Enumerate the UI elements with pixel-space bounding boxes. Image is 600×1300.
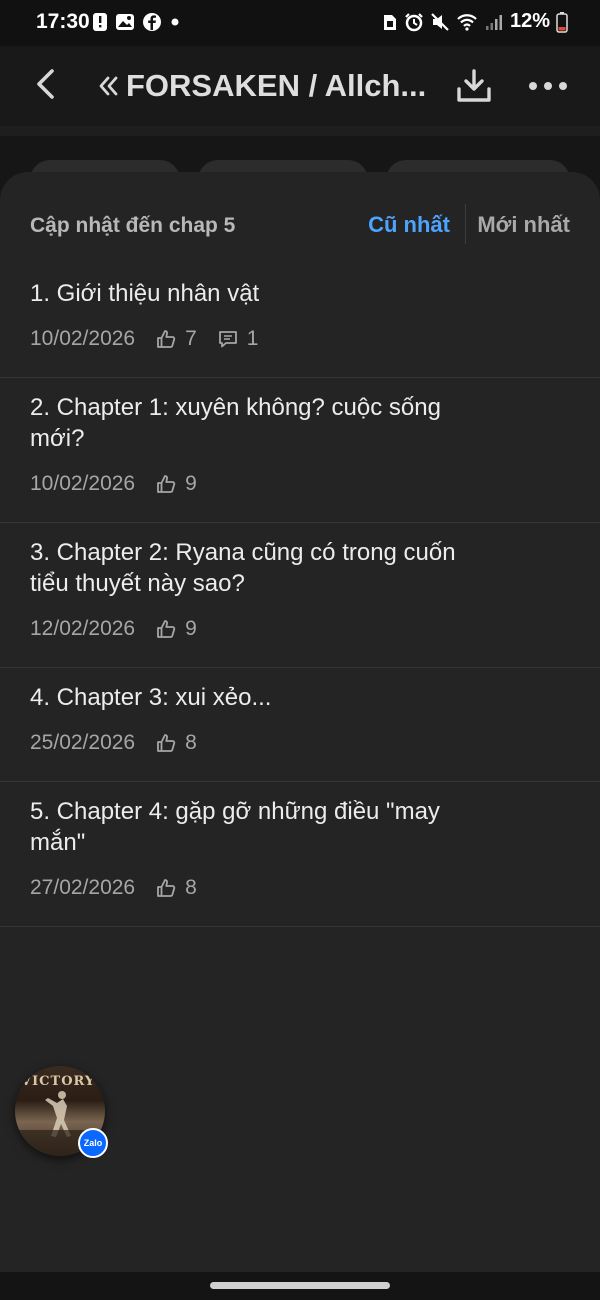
like-icon [157, 330, 176, 348]
like-icon [157, 620, 176, 638]
battery-icon [556, 11, 568, 33]
like-count: 8 [185, 876, 197, 899]
chapter-date: 25/02/2026 [30, 731, 136, 754]
notification-icons [92, 12, 181, 32]
gallery-icon [116, 14, 134, 30]
like-count: 9 [185, 617, 197, 640]
chapter-title: 4. Chapter 3: xui xẻo... [30, 684, 272, 711]
top-app-bar: FORSAKEN / Allch... [0, 46, 600, 126]
download-icon [457, 69, 491, 102]
more-dots-icon [529, 82, 567, 90]
chapter-item[interactable]: 5. Chapter 4: gặp gỡ những điều "may mắn… [0, 782, 600, 927]
alarm-icon [405, 12, 423, 31]
comment-count: 1 [246, 327, 259, 350]
download-button[interactable] [452, 64, 496, 108]
chapter-meta: 12/02/2026 9 [30, 615, 570, 643]
dot-icon [171, 18, 179, 26]
system-nav-bar [0, 1272, 600, 1300]
chapter-title: 1. Giới thiệu nhân vật [30, 280, 260, 307]
sort-divider [465, 204, 466, 244]
chapter-item[interactable]: 3. Chapter 2: Ryana cũng có trong cuốn t… [0, 523, 600, 668]
chapter-date: 10/02/2026 [30, 327, 136, 350]
like-count: 7 [185, 327, 197, 350]
chapter-title: 2. Chapter 1: xuyên không? cuộc sống mới… [30, 394, 441, 452]
wifi-icon [457, 13, 477, 31]
chapter-date: 12/02/2026 [30, 617, 136, 640]
status-time: 17:30 [36, 10, 90, 33]
back-button[interactable] [26, 64, 66, 104]
double-chevron-left-icon [99, 76, 118, 96]
home-indicator[interactable] [210, 1282, 390, 1289]
chapter-item[interactable]: 4. Chapter 3: xui xẻo... 25/02/2026 8 [0, 668, 600, 782]
like-icon [157, 879, 176, 897]
status-bar: 17:30 12% [0, 0, 600, 46]
chapter-date: 27/02/2026 [30, 876, 136, 899]
chapter-meta: 10/02/2026 7 1 [30, 325, 570, 353]
back-arrow-icon [37, 69, 54, 99]
like-icon [157, 734, 176, 752]
chapter-meta: 25/02/2026 8 [30, 729, 570, 757]
comment-icon [218, 331, 237, 348]
alert-icon [93, 13, 107, 31]
like-count: 8 [185, 731, 197, 754]
chapter-meta: 27/02/2026 8 [30, 874, 570, 902]
like-icon [157, 475, 176, 493]
chapter-item[interactable]: 2. Chapter 1: xuyên không? cuộc sống mới… [0, 378, 600, 523]
header-divider [0, 126, 600, 136]
system-icons: 12% [382, 10, 568, 33]
chapter-list: 1. Giới thiệu nhân vật 10/02/2026 7 1 2.… [0, 264, 600, 927]
sort-oldest-button[interactable]: Cũ nhất [368, 212, 450, 238]
sort-newest-button[interactable]: Mới nhất [477, 212, 570, 238]
chapter-item[interactable]: 1. Giới thiệu nhân vật 10/02/2026 7 1 [0, 264, 600, 378]
chapter-title: 3. Chapter 2: Ryana cũng có trong cuốn t… [30, 539, 456, 597]
like-count: 9 [185, 472, 197, 495]
signal-icon [485, 14, 502, 30]
zalo-badge: Zalo [78, 1128, 108, 1158]
story-title-link[interactable]: FORSAKEN / Allch... [96, 64, 436, 108]
update-status-label: Cập nhật đến chap 5 [30, 214, 236, 237]
chapter-title: 5. Chapter 4: gặp gỡ những điều "may mắn… [30, 798, 440, 856]
sheet-header: Cập nhật đến chap 5 Cũ nhất Mới nhất [30, 204, 570, 244]
chapter-date: 10/02/2026 [30, 472, 136, 495]
battery-level: 12% [509, 10, 550, 32]
chapter-meta: 10/02/2026 9 [30, 470, 570, 498]
more-options-button[interactable] [524, 64, 572, 108]
page-title: FORSAKEN / Allch... [126, 68, 427, 103]
facebook-icon [143, 13, 161, 31]
sim-icon [383, 14, 396, 30]
mute-icon [431, 12, 449, 31]
